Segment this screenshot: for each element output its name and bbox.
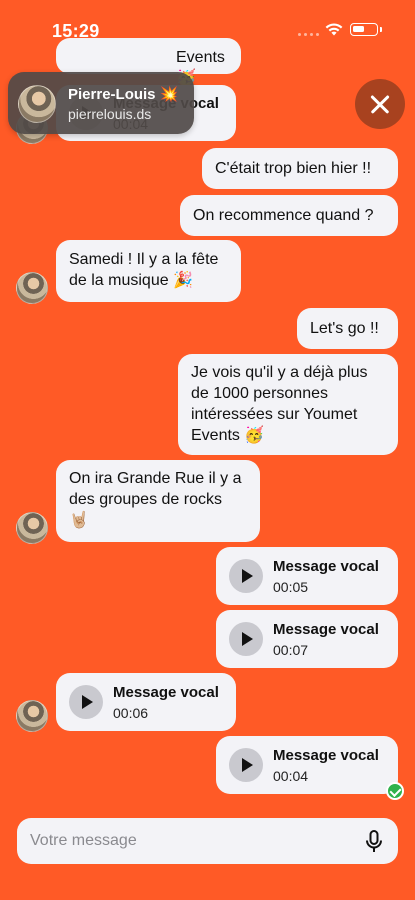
voice-title: Message vocal bbox=[273, 620, 379, 638]
message-line: On ira Grande Rue il y a bbox=[69, 470, 242, 487]
message-line: intéressées sur Youmet bbox=[191, 406, 358, 423]
voice-message-out[interactable]: Message vocal 00:04 bbox=[216, 736, 398, 794]
play-icon[interactable] bbox=[229, 622, 263, 656]
voice-duration: 00:04 bbox=[273, 767, 309, 784]
play-icon[interactable] bbox=[229, 559, 263, 593]
message-bubble-out: C'était trop bien hier !! bbox=[202, 148, 398, 189]
contact-handle: pierrelouis.ds bbox=[68, 106, 152, 122]
message-text: Let's go !! bbox=[310, 320, 379, 337]
contact-name: Pierre-Louis 💥 bbox=[68, 86, 179, 103]
close-button[interactable] bbox=[355, 79, 405, 129]
message-bubble-in: On ira Grande Rue il y a des groupes de … bbox=[56, 460, 260, 542]
message-bubble-out: Let's go !! bbox=[297, 308, 398, 349]
read-check-icon bbox=[386, 782, 404, 800]
contact-card[interactable]: Pierre-Louis 💥 pierrelouis.ds bbox=[8, 72, 194, 134]
message-text: C'était trop bien hier !! bbox=[215, 160, 372, 177]
voice-duration: 00:07 bbox=[273, 641, 309, 658]
microphone-icon[interactable] bbox=[365, 830, 383, 854]
message-input[interactable] bbox=[30, 818, 350, 864]
message-text: On recommence quand ? bbox=[193, 207, 374, 224]
message-line: des groupes de rocks bbox=[69, 491, 222, 508]
play-icon[interactable] bbox=[229, 748, 263, 782]
contact-avatar[interactable] bbox=[16, 272, 48, 304]
voice-duration: 00:06 bbox=[113, 704, 149, 721]
message-line: Events 🥳 bbox=[191, 427, 265, 444]
message-line: Samedi ! Il y a la fête bbox=[69, 251, 219, 268]
voice-message-out[interactable]: Message vocal 00:07 bbox=[216, 610, 398, 668]
voice-message-out[interactable]: Message vocal 00:05 bbox=[216, 547, 398, 605]
message-bubble-out: On recommence quand ? bbox=[180, 195, 398, 236]
message-line: 🤘🏼 bbox=[69, 512, 89, 529]
voice-duration: 00:05 bbox=[273, 578, 309, 595]
play-icon[interactable] bbox=[69, 685, 103, 719]
message-bubble-in: Samedi ! Il y a la fête de la musique 🎉 bbox=[56, 240, 241, 302]
contact-avatar[interactable] bbox=[16, 512, 48, 544]
message-bubble-in: Events 🥳 bbox=[56, 38, 241, 87]
voice-message-in[interactable]: Message vocal 00:06 bbox=[56, 673, 236, 731]
contact-avatar bbox=[18, 85, 56, 123]
message-line: Je vois qu'il y a déjà plus bbox=[191, 364, 368, 381]
contact-avatar[interactable] bbox=[16, 700, 48, 732]
message-line: de 1000 personnes bbox=[191, 385, 328, 402]
voice-title: Message vocal bbox=[113, 683, 219, 701]
message-bubble-out: Je vois qu'il y a déjà plus de 1000 pers… bbox=[178, 354, 398, 455]
message-composer bbox=[17, 818, 398, 864]
message-line: de la musique 🎉 bbox=[69, 272, 193, 289]
voice-title: Message vocal bbox=[273, 557, 379, 575]
voice-title: Message vocal bbox=[273, 746, 379, 764]
